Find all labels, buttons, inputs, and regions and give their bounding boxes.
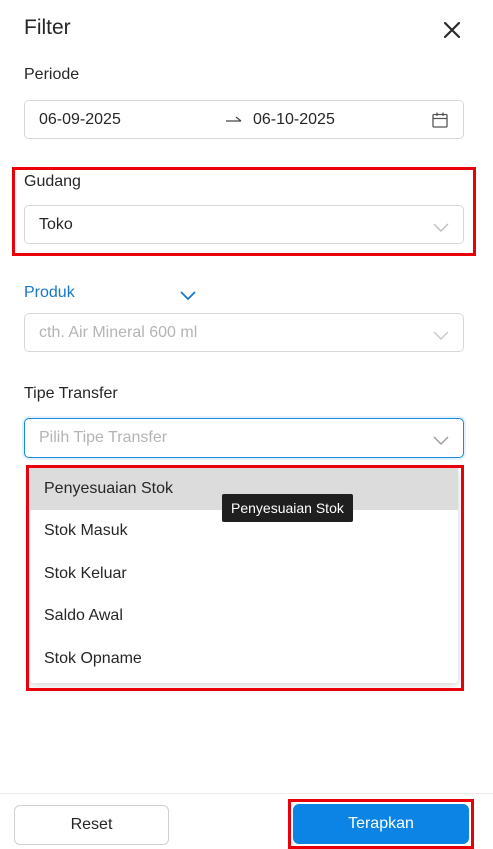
gudang-label: Gudang	[24, 173, 81, 190]
periode-label: Periode	[24, 66, 80, 83]
reset-button[interactable]: Reset	[14, 805, 169, 845]
gudang-select[interactable]: Toko	[24, 205, 464, 244]
chevron-down-icon[interactable]	[180, 288, 196, 301]
tipe-transfer-label: Tipe Transfer	[24, 385, 118, 402]
gudang-value: Toko	[39, 216, 73, 233]
periode-end-value[interactable]: 06-10-2025	[253, 111, 335, 129]
tipe-transfer-placeholder: Pilih Tipe Transfer	[39, 429, 168, 446]
periode-start-value[interactable]: 06-09-2025	[39, 111, 121, 129]
produk-placeholder: cth. Air Mineral 600 ml	[39, 324, 198, 341]
chevron-down-icon	[433, 433, 449, 445]
option-tooltip: Penyesuaian Stok	[222, 494, 353, 522]
footer-divider	[0, 793, 493, 794]
page-title: Filter	[24, 16, 71, 39]
apply-button[interactable]: Terapkan	[293, 804, 469, 844]
calendar-icon[interactable]	[431, 111, 449, 129]
arrow-right-icon	[225, 113, 243, 127]
tipe-transfer-select[interactable]: Pilih Tipe Transfer	[24, 418, 464, 458]
chevron-down-icon	[433, 220, 449, 232]
close-icon[interactable]	[440, 18, 464, 42]
produk-label[interactable]: Produk	[24, 284, 75, 302]
produk-select[interactable]: cth. Air Mineral 600 ml	[24, 313, 464, 352]
chevron-down-icon	[433, 328, 449, 340]
periode-range-picker[interactable]: 06-09-2025 06-10-2025	[24, 100, 464, 139]
